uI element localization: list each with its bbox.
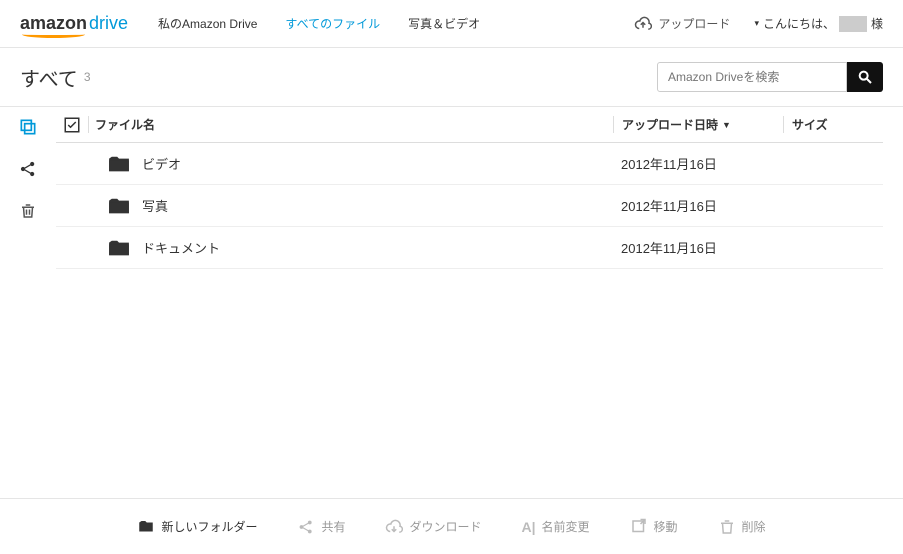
sidebar (0, 107, 56, 495)
share-button[interactable]: 共有 (297, 518, 345, 536)
logo-drive-text: drive (89, 13, 128, 34)
upload-button[interactable]: アップロード (634, 15, 730, 33)
rename-icon: A| (521, 519, 535, 535)
trash-icon (718, 518, 736, 536)
greeting-suffix: 様 (871, 15, 883, 32)
folder-icon (108, 197, 130, 215)
table-row[interactable]: ドキュメント 2012年11月16日 (56, 227, 883, 269)
sort-desc-icon: ▼ (722, 120, 731, 130)
share-icon (297, 518, 315, 536)
nav-item[interactable]: 写真＆ビデオ (408, 15, 480, 32)
page-title: すべて (20, 63, 78, 92)
file-name: ドキュメント (142, 238, 220, 257)
table-header: ファイル名 アップロード日時 ▼ サイズ (56, 107, 883, 143)
file-name: ビデオ (142, 154, 181, 173)
upload-label: アップロード (658, 15, 730, 32)
table-row[interactable]: ビデオ 2012年11月16日 (56, 143, 883, 185)
file-date: 2012年11月16日 (613, 238, 783, 257)
search-button[interactable] (847, 62, 883, 92)
download-button[interactable]: ダウンロード (385, 518, 481, 536)
folder-icon (108, 155, 130, 173)
logo-amazon-text: amazon (20, 13, 87, 34)
column-name[interactable]: ファイル名 (88, 116, 613, 133)
rename-button[interactable]: A| 名前変更 (521, 518, 589, 535)
greeting[interactable]: ▾ こんにちは、 様 (754, 15, 883, 32)
download-cloud-icon (385, 518, 403, 536)
file-date: 2012年11月16日 (613, 196, 783, 215)
logo[interactable]: amazon drive (20, 13, 128, 34)
search-input[interactable] (657, 62, 847, 92)
bottom-toolbar: 新しいフォルダー 共有 ダウンロード A| 名前変更 移動 削除 (0, 498, 903, 554)
search-icon (857, 69, 873, 85)
nav-item[interactable]: 私のAmazon Drive (158, 15, 257, 32)
file-date: 2012年11月16日 (613, 154, 783, 173)
share-icon[interactable] (18, 159, 38, 179)
folder-icon (108, 239, 130, 257)
item-count: 3 (84, 70, 91, 84)
move-button[interactable]: 移動 (630, 518, 678, 536)
table-row[interactable]: 写真 2012年11月16日 (56, 185, 883, 227)
move-icon (630, 518, 648, 536)
nav-item[interactable]: すべてのファイル (285, 15, 380, 32)
greeting-prefix: こんにちは、 (763, 15, 835, 32)
file-name: 写真 (142, 196, 168, 215)
folder-plus-icon (137, 518, 155, 536)
column-date[interactable]: アップロード日時 ▼ (613, 116, 783, 133)
trash-icon[interactable] (18, 201, 38, 221)
copy-icon[interactable] (18, 117, 38, 137)
upload-cloud-icon (634, 15, 652, 33)
top-nav: 私のAmazon Drive すべてのファイル 写真＆ビデオ (158, 15, 480, 32)
column-size[interactable]: サイズ (783, 116, 883, 133)
delete-button[interactable]: 削除 (718, 518, 766, 536)
select-all-icon[interactable] (63, 116, 81, 134)
new-folder-button[interactable]: 新しいフォルダー (137, 518, 257, 536)
username-redacted (839, 16, 867, 32)
